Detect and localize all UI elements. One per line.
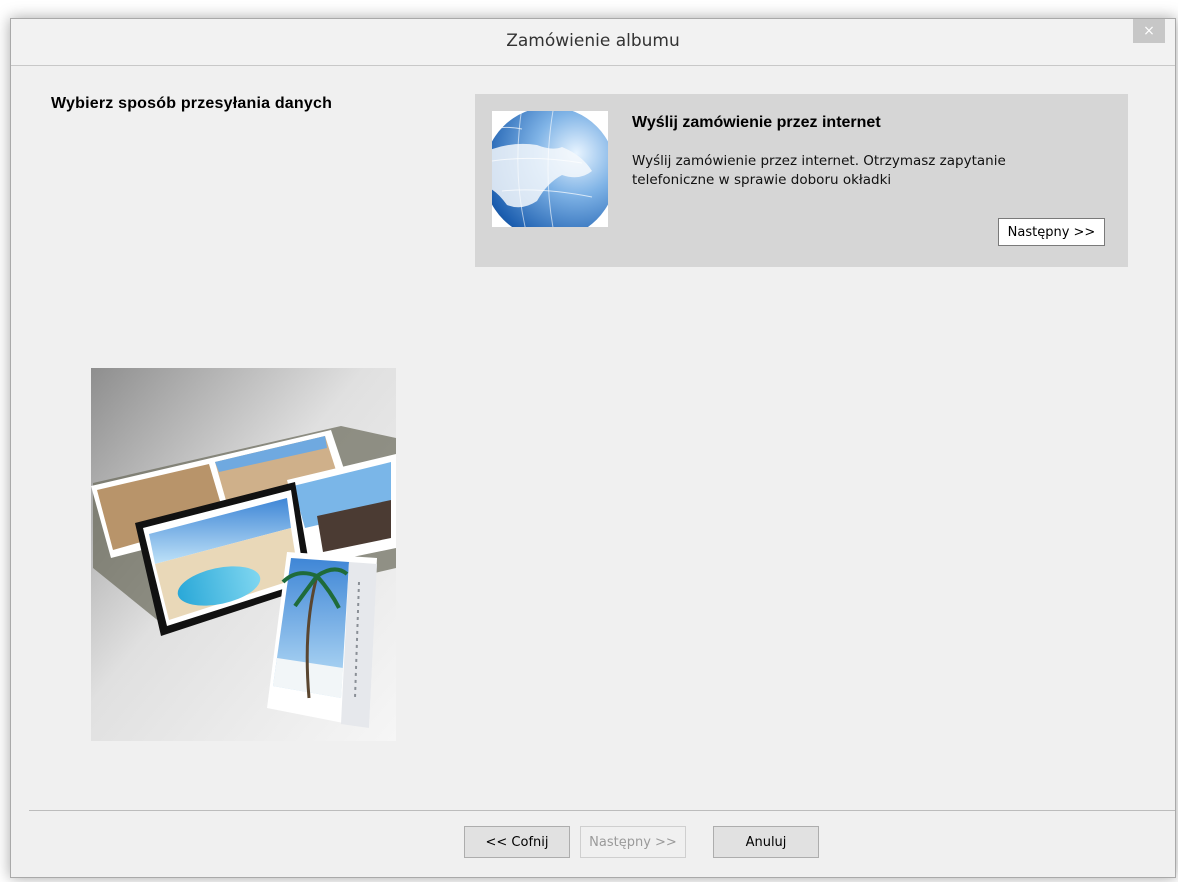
back-button[interactable]: << Cofnij	[464, 826, 570, 858]
page-heading: Wybierz sposób przesyłania danych	[51, 95, 333, 112]
window-title: Zamówienie albumu	[506, 31, 680, 51]
option-description: Wyślij zamówienie przez internet. Otrzym…	[632, 153, 1006, 188]
cancel-button[interactable]: Anuluj	[713, 826, 819, 858]
option-next-button[interactable]: Następny >>	[998, 218, 1105, 246]
footer-divider	[29, 810, 1175, 811]
title-bar: Zamówienie albumu ×	[11, 19, 1175, 66]
next-button: Następny >>	[580, 826, 686, 858]
option-title: Wyślij zamówienie przez internet	[632, 114, 881, 131]
photo-album-image	[91, 368, 396, 741]
order-album-dialog: Zamówienie albumu × Wybierz sposób przes…	[10, 18, 1176, 878]
close-icon: ×	[1143, 23, 1155, 39]
globe-icon	[483, 104, 616, 239]
close-button[interactable]: ×	[1133, 19, 1165, 43]
internet-option-panel: Wyślij zamówienie przez internet Wyślij …	[475, 94, 1128, 267]
